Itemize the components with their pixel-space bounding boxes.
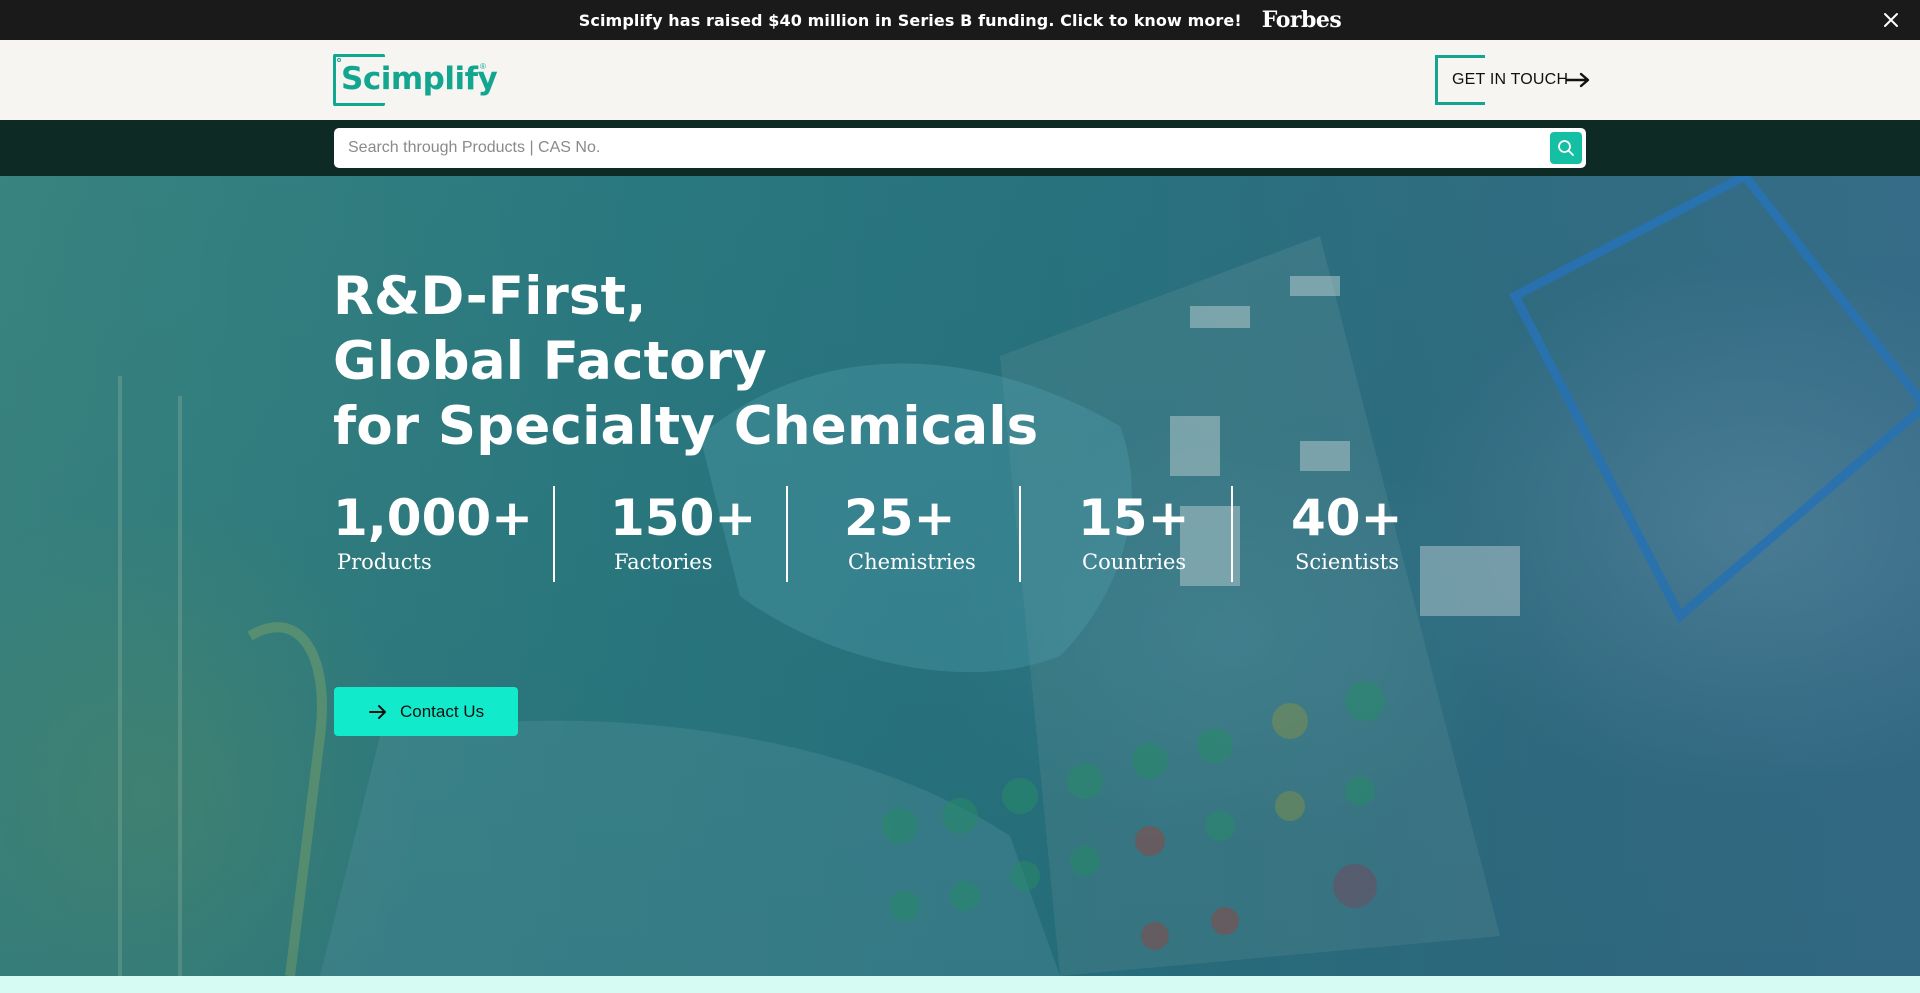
stat-divider xyxy=(1231,486,1233,582)
stat-countries: 15+ Countries xyxy=(1078,488,1189,574)
stat-chemistries: 25+ Chemistries xyxy=(844,488,976,574)
stat-label: Scientists xyxy=(1295,550,1399,574)
scimplify-logo[interactable]: Scimplify ® xyxy=(333,54,498,106)
hero-heading-line: R&D-First, xyxy=(333,266,647,327)
hero-heading: R&D-First, Global Factory for Specialty … xyxy=(333,264,1038,459)
stat-value: 150+ xyxy=(610,489,757,547)
stat-label: Factories xyxy=(614,550,713,574)
stat-divider xyxy=(553,486,555,582)
forbes-logo: Forbes xyxy=(1261,7,1342,33)
stat-scientists: 40+ Scientists xyxy=(1291,488,1402,574)
logo-registered-mark: ® xyxy=(480,62,486,71)
logo-text: Scimplify xyxy=(341,61,498,97)
site-header: Scimplify ® GET IN TOUCH xyxy=(0,40,1920,120)
stat-products: 1,000+ Products xyxy=(333,488,533,574)
announcement-text[interactable]: Scimplify has raised $40 million in Seri… xyxy=(579,11,1242,30)
arrow-right-icon xyxy=(369,704,386,719)
search-icon xyxy=(1558,140,1574,156)
stat-divider xyxy=(1019,486,1021,582)
announcement-bar[interactable]: Scimplify has raised $40 million in Seri… xyxy=(0,0,1920,40)
hero-heading-line: Global Factory xyxy=(333,331,767,392)
stat-divider xyxy=(786,486,788,582)
stat-value: 40+ xyxy=(1291,489,1403,547)
contact-us-button[interactable]: Contact Us xyxy=(334,687,518,736)
stat-value: 1,000+ xyxy=(333,489,534,547)
hero-heading-line: for Specialty Chemicals xyxy=(333,396,1039,457)
stat-value: 15+ xyxy=(1078,489,1190,547)
stat-factories: 150+ Factories xyxy=(610,488,756,574)
search-input[interactable] xyxy=(348,128,1528,168)
stat-label: Chemistries xyxy=(848,550,976,574)
stat-label: Countries xyxy=(1082,550,1187,574)
hero-section: R&D-First, Global Factory for Specialty … xyxy=(0,176,1920,976)
search-container xyxy=(334,128,1586,168)
get-in-touch-button[interactable]: GET IN TOUCH xyxy=(1435,55,1600,105)
search-bar-band xyxy=(0,120,1920,176)
stat-value: 25+ xyxy=(844,489,956,547)
search-button[interactable] xyxy=(1550,132,1582,164)
get-in-touch-label: GET IN TOUCH xyxy=(1452,71,1569,88)
stat-label: Products xyxy=(337,550,432,574)
arrow-right-icon xyxy=(1565,72,1590,88)
contact-us-label: Contact Us xyxy=(400,701,485,721)
next-section-edge xyxy=(0,976,1920,993)
close-icon[interactable] xyxy=(1880,9,1902,31)
